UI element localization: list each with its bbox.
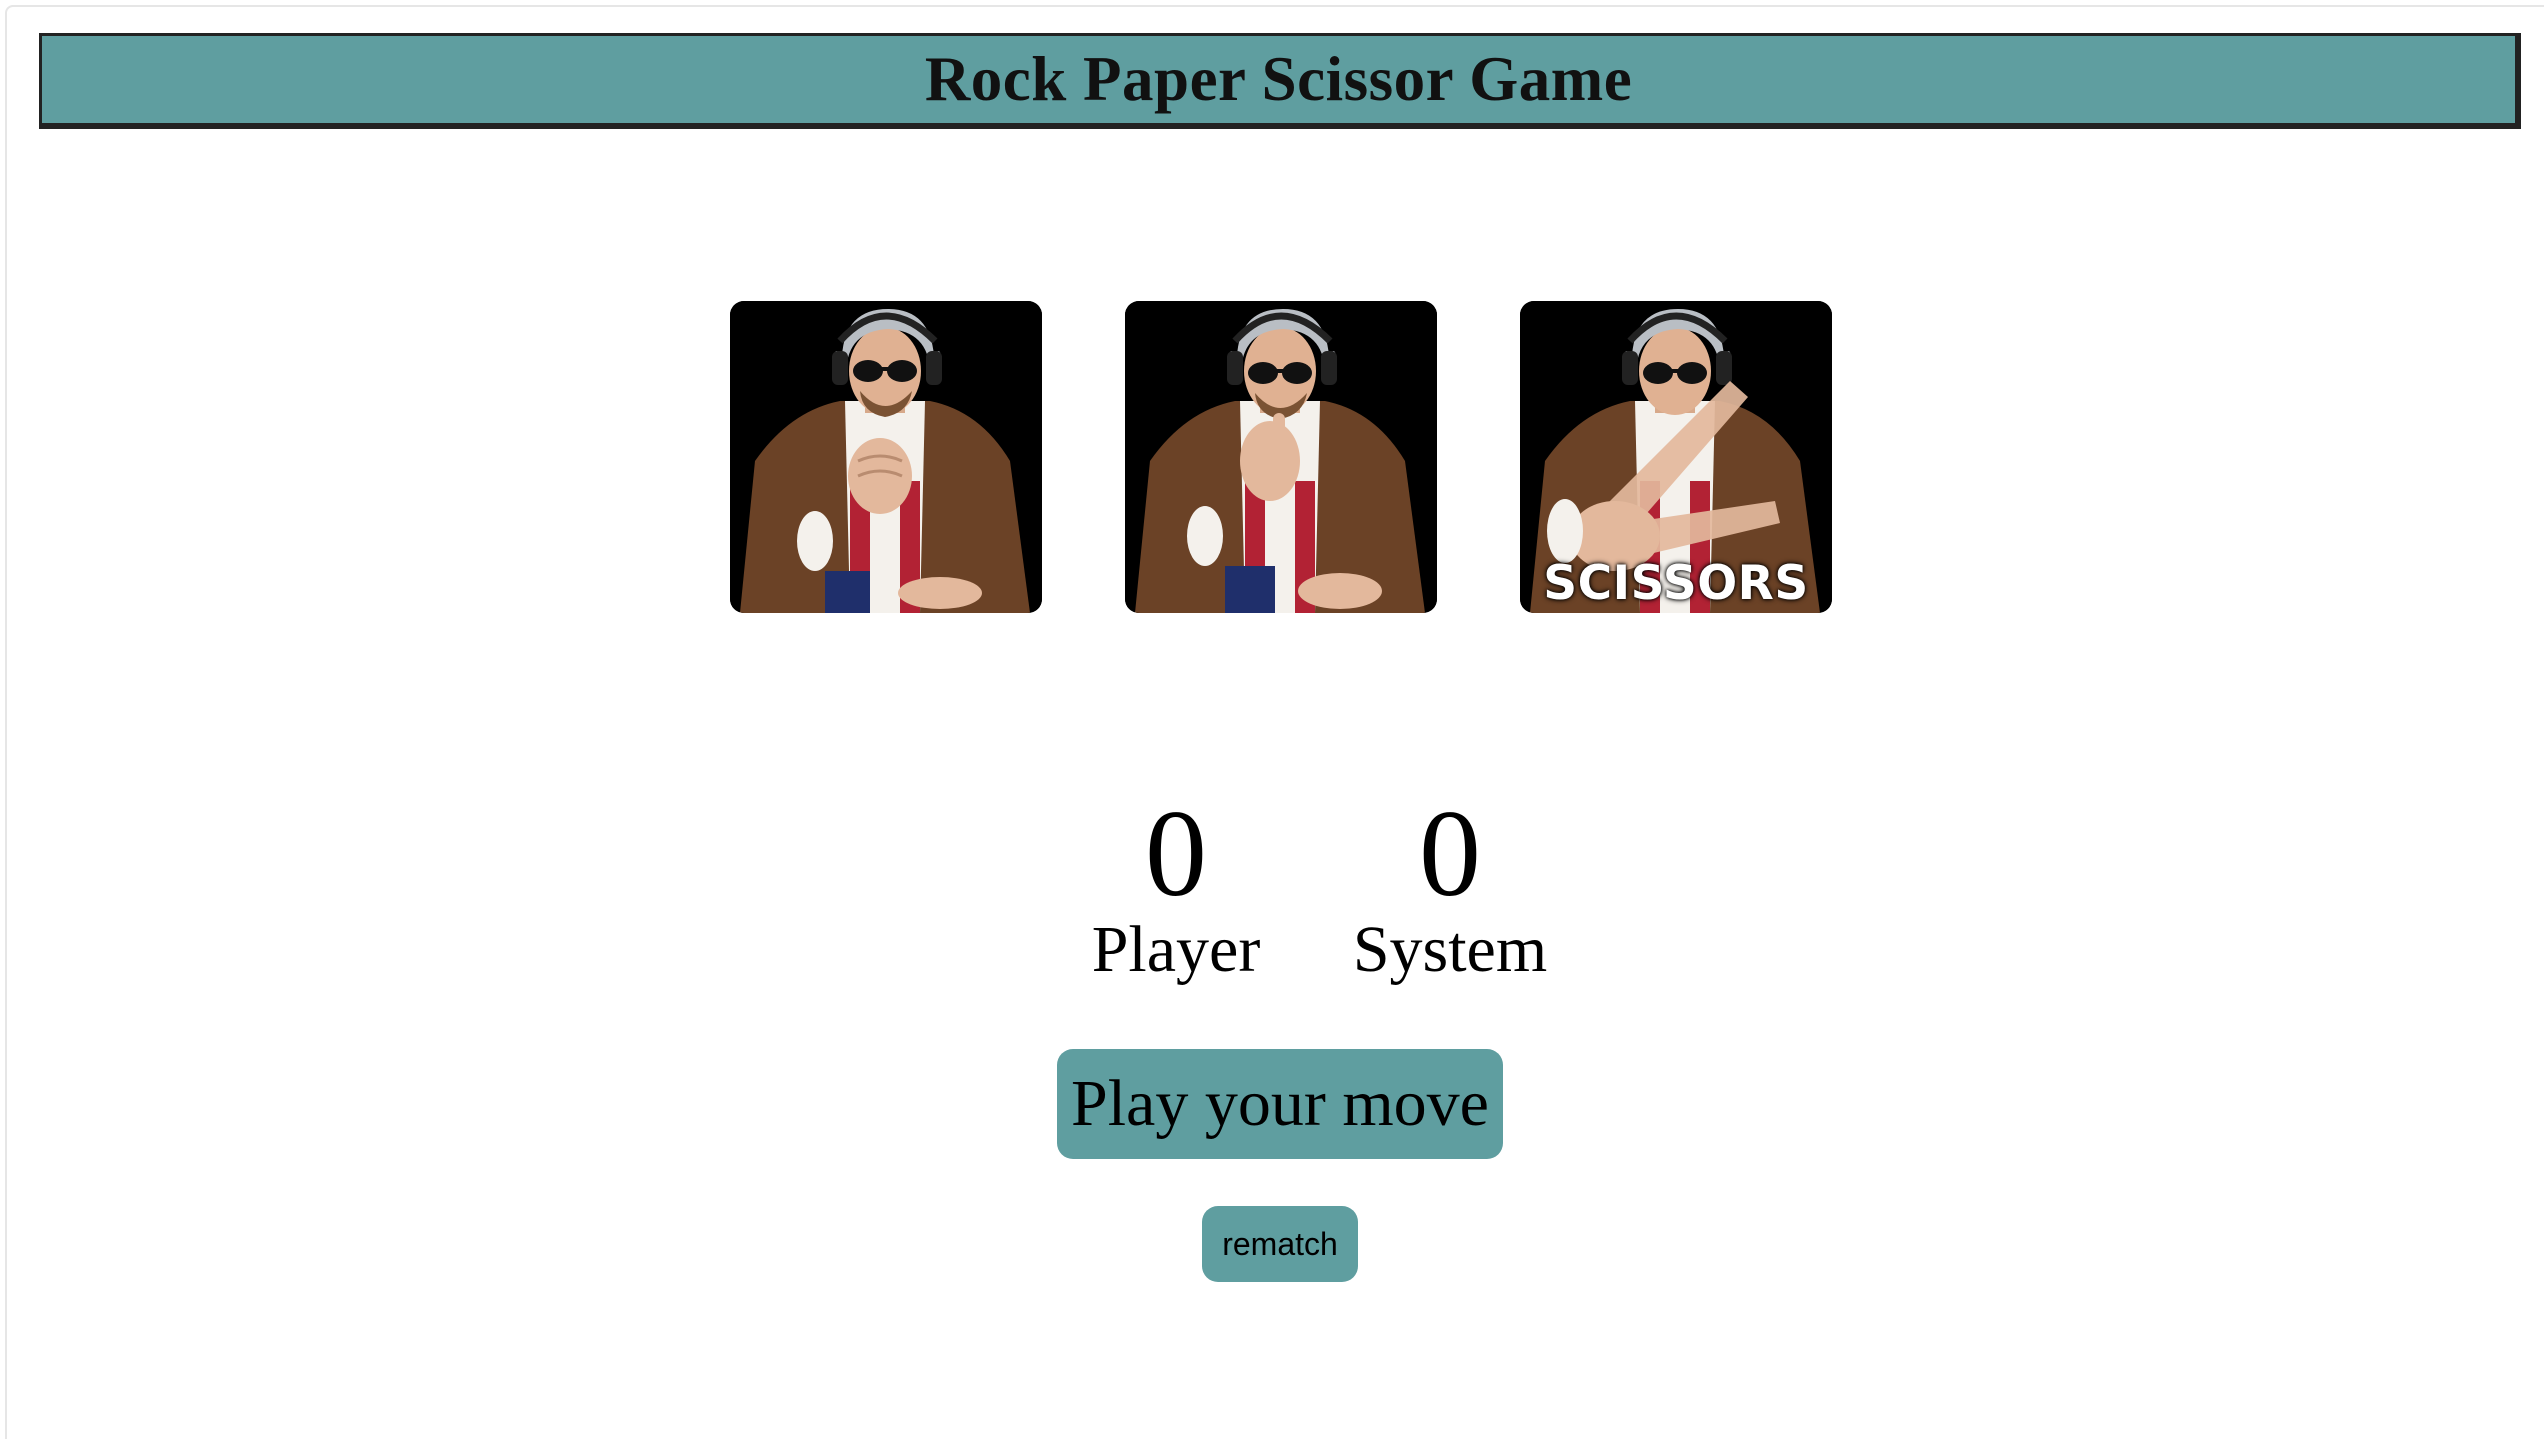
play-your-move-button[interactable]: Play your move [1057, 1049, 1503, 1159]
scissors-choice-button[interactable]: SCISSORS [1520, 301, 1832, 613]
page-title: Rock Paper Scissor Game [924, 44, 1633, 114]
system-score-label: System [1352, 913, 1548, 986]
player-score-value: 0 [1145, 785, 1207, 922]
rematch-button[interactable]: rematch [1202, 1206, 1358, 1282]
scissors-caption: SCISSORS [1543, 556, 1809, 611]
paper-choice-button[interactable] [1125, 301, 1437, 613]
rock-choice-button[interactable] [730, 301, 1042, 613]
player-score-column: 0 Player [1056, 790, 1296, 990]
scoreboard: 0 Player 0 System [1040, 790, 1560, 1000]
page-header: Rock Paper Scissor Game [39, 33, 2521, 129]
system-score-value: 0 [1419, 785, 1481, 922]
rock-gesture-image [730, 301, 1042, 613]
player-score-label: Player [1091, 913, 1261, 986]
choice-row: SCISSORS [730, 301, 1832, 613]
paper-gesture-image [1125, 301, 1437, 613]
system-score-column: 0 System [1330, 790, 1570, 990]
